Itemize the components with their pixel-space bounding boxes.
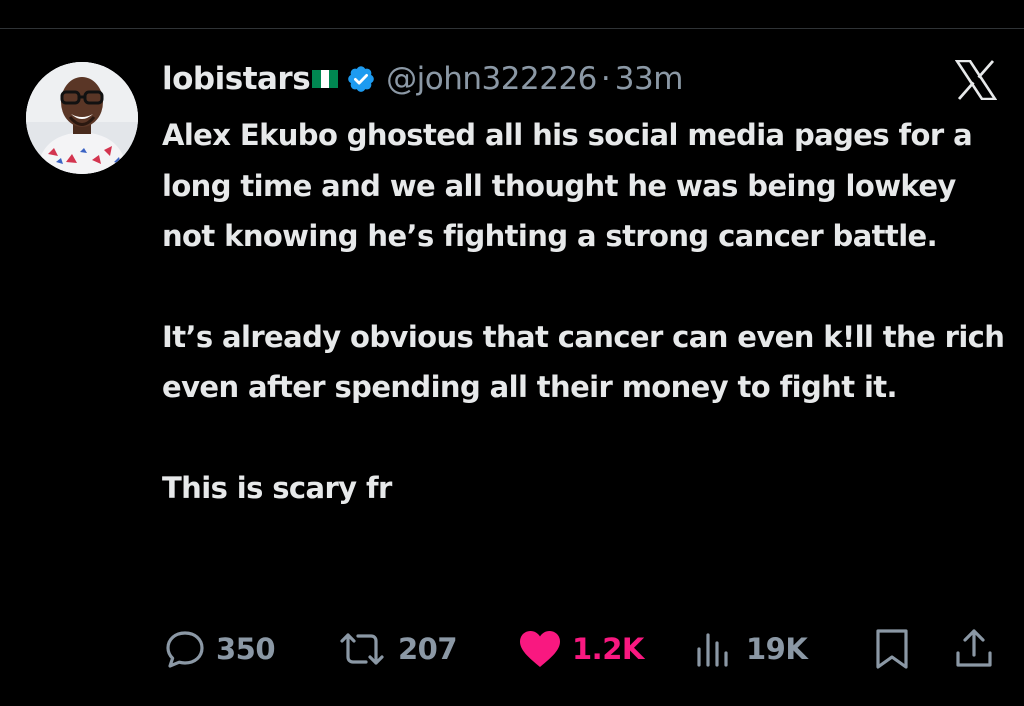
views-button[interactable]: 19K bbox=[694, 624, 808, 674]
separator-dot: · bbox=[600, 61, 611, 97]
user-handle[interactable]: @john322226 bbox=[386, 61, 597, 97]
share-button[interactable] bbox=[952, 624, 996, 674]
display-name[interactable]: lobistars bbox=[162, 61, 311, 97]
heart-icon bbox=[518, 629, 562, 669]
bookmark-button[interactable] bbox=[872, 624, 912, 674]
verified-badge-icon bbox=[346, 64, 376, 94]
like-button[interactable]: 1.2K bbox=[518, 624, 644, 674]
repost-icon bbox=[336, 629, 388, 669]
avatar[interactable] bbox=[26, 62, 138, 174]
tweet-text: Alex Ekubo ghosted all his social media … bbox=[162, 110, 1012, 513]
like-count: 1.2K bbox=[572, 632, 644, 666]
nigeria-flag-icon bbox=[312, 70, 339, 88]
share-icon bbox=[952, 627, 996, 671]
tweet-paragraph: It’s already obvious that cancer can eve… bbox=[162, 319, 1005, 405]
reply-icon bbox=[164, 629, 206, 669]
top-divider bbox=[0, 28, 1024, 29]
action-bar: 350 207 1.2K 19K bbox=[160, 624, 1020, 674]
avatar-image bbox=[26, 62, 138, 174]
bookmark-icon bbox=[872, 627, 912, 671]
tweet-header: lobistars @john322226 · 33m bbox=[162, 56, 683, 102]
views-count: 19K bbox=[746, 632, 808, 666]
reply-count: 350 bbox=[216, 632, 276, 666]
timestamp[interactable]: 33m bbox=[615, 61, 684, 97]
repost-button[interactable]: 207 bbox=[336, 624, 458, 674]
repost-count: 207 bbox=[398, 632, 458, 666]
views-icon bbox=[694, 629, 736, 669]
tweet-paragraph: Alex Ekubo ghosted all his social media … bbox=[162, 118, 973, 253]
x-logo-icon bbox=[954, 59, 998, 101]
reply-button[interactable]: 350 bbox=[164, 624, 276, 674]
tweet-paragraph: This is scary fr bbox=[162, 470, 392, 505]
